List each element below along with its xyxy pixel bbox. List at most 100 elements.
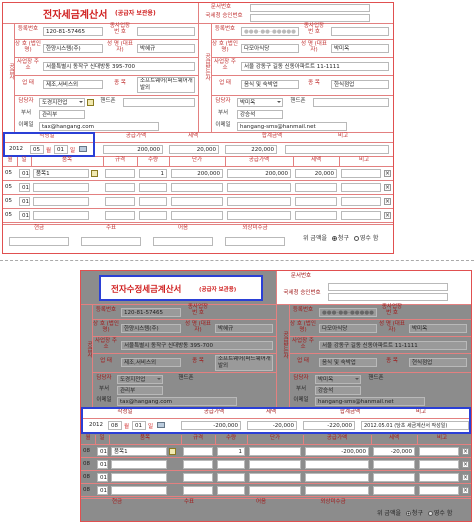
row-item[interactable] (33, 211, 89, 220)
row-remark[interactable] (419, 447, 459, 456)
row-day[interactable]: 01 (19, 211, 30, 220)
pay-input[interactable] (9, 237, 69, 246)
delete-row-icon[interactable]: × (462, 487, 469, 494)
row-tax[interactable] (373, 473, 415, 482)
s-branch-field[interactable] (137, 27, 195, 36)
row-supply[interactable]: 200,000 (227, 169, 291, 178)
receipt-radio[interactable] (353, 236, 359, 241)
s-ceo-field[interactable]: 박혜규 (215, 324, 273, 333)
s-item-field[interactable]: 소프트웨어(퍼드웨어개발외 (137, 77, 195, 93)
row-supply[interactable] (227, 197, 291, 206)
row-tax[interactable] (295, 183, 337, 192)
row-tax[interactable]: -20,000 (373, 447, 415, 456)
s-name-field[interactable]: 한양시스템(주) (43, 44, 103, 53)
row-day[interactable]: 01 (19, 183, 30, 192)
row-price[interactable] (249, 447, 301, 456)
search-icon[interactable] (87, 99, 94, 106)
row-spec[interactable] (105, 183, 135, 192)
doc-no-input[interactable] (250, 4, 370, 12)
row-supply[interactable] (305, 473, 369, 482)
b-type-field[interactable]: 음식 및 숙박업 (319, 358, 377, 367)
b-email-field[interactable]: hangang-sms@hanmail.net (315, 397, 425, 406)
s-addr-field[interactable]: 서울특별시 동작구 신대방동 395-700 (121, 341, 273, 350)
row-price[interactable] (171, 183, 223, 192)
b-phone-field[interactable] (313, 98, 389, 107)
row-item[interactable] (33, 183, 89, 192)
row-qty[interactable] (139, 197, 167, 206)
b-addr-field[interactable]: 서울 강동구 길동 신동아파트트 11-1111 (319, 341, 467, 350)
s-mgr-select[interactable]: 도경지전업 (39, 98, 85, 107)
row-supply[interactable] (227, 183, 291, 192)
s-name-field[interactable]: 한양시스템(주) (121, 324, 181, 333)
b-item-field[interactable]: 한식점업 (331, 80, 389, 89)
s-item-field[interactable]: 소프트웨어(퍼드웨어개발외 (215, 355, 273, 371)
b-reg-no-field[interactable]: ●●●-●●-●●●●● (319, 308, 377, 317)
delete-row-icon[interactable]: × (384, 212, 391, 219)
row-price[interactable]: 200,000 (171, 169, 223, 178)
row-price[interactable] (171, 211, 223, 220)
item-search-icon[interactable] (91, 170, 98, 177)
remark-field[interactable] (285, 145, 389, 154)
item-search-icon[interactable] (169, 448, 176, 455)
delete-row-icon[interactable]: × (462, 461, 469, 468)
row-qty[interactable]: 1 (139, 169, 167, 178)
row-qty[interactable] (217, 473, 245, 482)
grand-total[interactable]: 220,000 (225, 145, 277, 154)
row-tax[interactable] (373, 486, 415, 495)
row-remark[interactable] (341, 211, 381, 220)
row-day[interactable]: 01 (97, 460, 108, 469)
row-day[interactable]: 01 (97, 473, 108, 482)
doc-no-input[interactable] (328, 283, 448, 291)
b-mgr-select[interactable]: 박미옥 (237, 98, 283, 107)
row-price[interactable] (249, 473, 301, 482)
row-remark[interactable] (419, 460, 459, 469)
row-tax[interactable] (295, 211, 337, 220)
delete-row-icon[interactable]: × (462, 474, 469, 481)
nts-no-input[interactable] (328, 293, 448, 301)
s-phone-field[interactable] (123, 98, 195, 107)
delete-row-icon[interactable]: × (384, 184, 391, 191)
b-branch-field[interactable] (331, 27, 389, 36)
row-spec[interactable] (183, 460, 213, 469)
row-remark[interactable] (341, 183, 381, 192)
row-price[interactable] (171, 197, 223, 206)
row-supply[interactable] (227, 211, 291, 220)
row-day[interactable]: 01 (97, 447, 108, 456)
delete-row-icon[interactable]: × (384, 170, 391, 177)
s-email-field[interactable]: tax@hangang.com (117, 397, 237, 406)
row-spec[interactable] (105, 169, 135, 178)
row-spec[interactable] (183, 486, 213, 495)
row-item[interactable]: 품목1 (111, 447, 167, 456)
pay-input[interactable] (225, 237, 285, 246)
s-email-field[interactable]: tax@hangang.com (39, 122, 159, 131)
delete-row-icon[interactable]: × (462, 448, 469, 455)
row-remark[interactable] (341, 169, 381, 178)
b-ceo-field[interactable]: 박미옥 (331, 44, 389, 53)
b-dept-field[interactable]: 강승석 (315, 386, 361, 395)
row-day[interactable]: 01 (19, 169, 30, 178)
b-name-field[interactable]: 다모아식당 (319, 324, 377, 333)
row-remark[interactable] (341, 197, 381, 206)
pay-input[interactable] (81, 237, 141, 246)
row-spec[interactable] (105, 211, 135, 220)
s-ceo-field[interactable]: 박혜규 (137, 44, 195, 53)
row-spec[interactable] (105, 197, 135, 206)
row-supply[interactable]: -200,000 (305, 447, 369, 456)
row-item[interactable] (33, 197, 89, 206)
row-tax[interactable] (295, 197, 337, 206)
receipt-radio[interactable] (427, 511, 433, 516)
s-dept-field[interactable]: 관리부 (39, 110, 85, 119)
row-qty[interactable] (217, 460, 245, 469)
b-addr-field[interactable]: 서울 강동구 길동 신동아파트트 11-1111 (241, 62, 389, 71)
nts-no-input[interactable] (250, 14, 370, 22)
row-qty[interactable]: 1 (217, 447, 245, 456)
row-price[interactable] (249, 460, 301, 469)
s-dept-field[interactable]: 관리부 (117, 386, 163, 395)
b-email-field[interactable]: hangang-sms@hanmail.net (237, 122, 347, 131)
s-addr-field[interactable]: 서울특별시 동작구 신대방동 395-700 (43, 62, 195, 71)
row-remark[interactable] (419, 473, 459, 482)
s-type-field[interactable]: 제조,서비스외 (121, 358, 181, 367)
row-supply[interactable] (305, 486, 369, 495)
tax-total[interactable]: 20,000 (169, 145, 219, 154)
b-type-field[interactable]: 음식 및 숙박업 (241, 80, 299, 89)
